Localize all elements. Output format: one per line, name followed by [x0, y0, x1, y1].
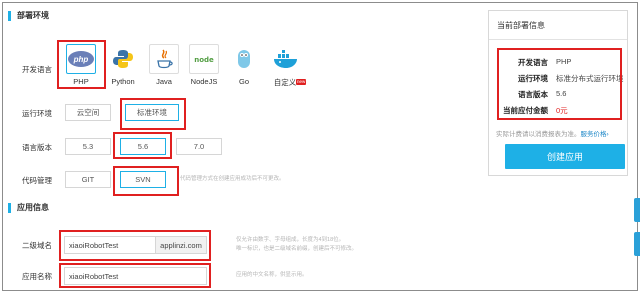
app-info-section-title: 应用信息: [8, 203, 49, 213]
nodejs-logo-icon: node: [189, 44, 219, 74]
summary-title: 当前部署信息: [497, 21, 545, 30]
version-option-5-3[interactable]: 5.3: [65, 138, 111, 155]
domain-input[interactable]: xiaoiRobotTest: [64, 236, 156, 254]
summary-divider: [489, 39, 627, 40]
language-option-go[interactable]: Go: [225, 44, 263, 86]
summary-value-amount: 0元: [556, 106, 568, 115]
app-name-hint: 应用的中文名称，供显示用。: [236, 272, 308, 278]
vcs-hint: 代码管理方式在创建应用成功后不可更改。: [180, 176, 285, 182]
language-option-python[interactable]: Python: [104, 44, 142, 86]
domain-label: 二级域名: [22, 241, 52, 250]
side-float-tab-2[interactable]: [634, 232, 640, 256]
language-name: Go: [238, 77, 249, 86]
billing-note: 实际计费请以消费报表为准。服务价格›: [496, 131, 609, 138]
language-option-php[interactable]: php PHP: [62, 44, 100, 86]
language-option-custom[interactable]: 自定义 new: [266, 44, 307, 88]
version-label: 语言版本: [22, 143, 52, 152]
language-name: Java: [156, 77, 172, 86]
summary-value-runtime: 标准分布式运行环境: [556, 74, 624, 83]
chevron-right-icon: ›: [606, 131, 609, 138]
vcs-label: 代码管理: [22, 176, 52, 185]
price-link[interactable]: 服务价格: [581, 131, 607, 138]
runtime-option-cloud-space[interactable]: 云空间: [65, 104, 111, 121]
app-name-input[interactable]: xiaoiRobotTest: [64, 267, 207, 285]
summary-value-language: PHP: [556, 57, 572, 66]
domain-hint-1: 仅允许由数字、字母组成，长度为4到18位。: [236, 237, 345, 243]
svg-text:node: node: [194, 56, 214, 64]
language-option-java[interactable]: Java: [145, 44, 183, 86]
app-name-label: 应用名称: [22, 272, 52, 281]
new-badge: new: [296, 79, 307, 85]
summary-value-version: 5.6: [556, 89, 567, 98]
svg-text:php: php: [73, 55, 89, 64]
vcs-option-git[interactable]: GIT: [65, 171, 111, 188]
language-name: NodeJS: [190, 77, 218, 86]
runtime-label: 运行环境: [22, 109, 52, 118]
language-name: Python: [111, 77, 135, 86]
domain-hint-2: 唯一标识，也是二级域名前缀，创建后不可修改。: [236, 246, 358, 252]
version-option-5-6[interactable]: 5.6: [120, 138, 166, 155]
language-label: 开发语言: [22, 65, 52, 74]
java-logo-icon: [149, 44, 179, 74]
domain-suffix: applinzi.com: [155, 236, 207, 254]
runtime-option-standard[interactable]: 标准环境: [125, 104, 179, 121]
language-option-nodejs[interactable]: node NodeJS: [185, 44, 223, 86]
vcs-option-svn[interactable]: SVN: [120, 171, 166, 188]
language-name: 自定义: [273, 78, 297, 87]
language-name: PHP: [73, 77, 89, 86]
side-float-tab-1[interactable]: [634, 198, 640, 222]
go-logo-icon: [229, 44, 259, 74]
php-logo-icon: php: [66, 44, 96, 74]
python-logo-icon: [108, 44, 138, 74]
create-app-button[interactable]: 创建应用: [505, 144, 625, 169]
docker-whale-icon: [270, 44, 300, 74]
deploy-section-title: 部署环境: [8, 11, 49, 21]
version-option-7-0[interactable]: 7.0: [176, 138, 222, 155]
